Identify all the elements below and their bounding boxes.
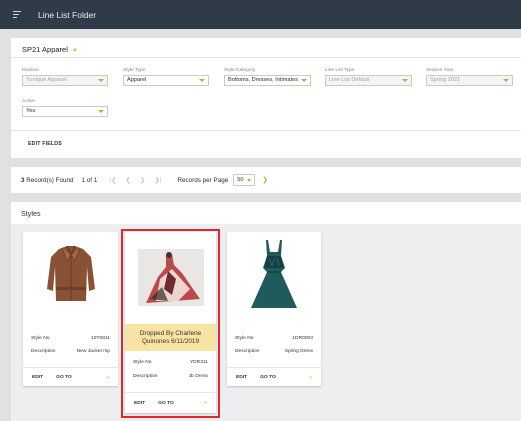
style-type-field: Style Type Apparel [123, 68, 209, 86]
style-no-value: 10T0811 [91, 336, 110, 341]
division-field: Division Yunique Apparel [22, 68, 108, 86]
edit-button[interactable]: EDIT [236, 375, 247, 380]
season-year-label: Season Year [426, 68, 454, 73]
caret-down-icon [247, 178, 252, 182]
line-list-type-select: Line List Default [325, 75, 412, 86]
active-value: Yes [26, 108, 36, 114]
division-label: Division [22, 68, 39, 73]
pagination-nav: |❮ ❮ ❯ ❯| [109, 176, 161, 184]
caret-down-icon [199, 79, 205, 82]
page-info: 1 of 1 [81, 176, 98, 184]
style-type-label: Style Type [123, 68, 146, 73]
caret-down-icon [402, 79, 408, 82]
style-category-select[interactable]: Bottoms, Dresses, Intimates [224, 75, 311, 86]
style-no-value: 1DR0003 [292, 336, 313, 341]
selection-highlight [121, 229, 220, 418]
records-per-page-value: 50 [237, 177, 244, 183]
season-year-value: Spring 2021 [430, 77, 461, 83]
active-select[interactable]: Yes [22, 106, 108, 117]
style-no-label: Style No [31, 336, 50, 341]
folder-name: SP21 Apparel [22, 45, 68, 54]
line-list-type-label: Line List Type [325, 68, 355, 73]
caret-down-icon [503, 79, 509, 82]
divider [11, 57, 521, 58]
style-card[interactable]: Style No 10T0811 Description New Jacket … [23, 232, 118, 386]
description-label: Description [235, 349, 260, 354]
line-list-type-field: Line List Type Line List Default [325, 68, 412, 86]
top-bar: Line List Folder [0, 0, 521, 29]
card-footer: EDIT GO TO ⌄ [227, 367, 321, 386]
record-count-value: 3 [21, 176, 25, 184]
style-no-label: Style No [235, 336, 254, 341]
season-year-field: Season Year Spring 2021 [426, 68, 513, 86]
description-row: Description New Jacket mp [31, 349, 110, 354]
season-year-select: Spring 2021 [426, 75, 513, 86]
caret-down-icon [98, 79, 104, 82]
caret-down-icon [98, 110, 104, 113]
style-no-row: Style No 1DR0003 [235, 336, 313, 341]
folder-header[interactable]: SP21 Apparel ▲ [22, 45, 78, 54]
chevron-down-icon[interactable]: ⌄ [308, 373, 313, 380]
divider [11, 130, 521, 131]
division-select: Yunique Apparel [22, 75, 108, 86]
chevron-right-icon[interactable]: ❯ [262, 176, 268, 184]
hamburger-icon[interactable] [13, 11, 27, 18]
style-image-jacket[interactable] [33, 240, 108, 312]
style-no-row: Style No 10T0811 [31, 336, 110, 341]
description-row: Description Spring Dress [235, 349, 313, 354]
active-field: Active Yes [22, 99, 108, 117]
styles-title: Styles [21, 209, 41, 218]
description-value: New Jacket mp [76, 349, 110, 354]
chevron-down-icon[interactable]: ⌄ [105, 373, 110, 380]
pager-bar: 3 Record(s) Found 1 of 1 |❮ ❮ ❯ ❯| Recor… [11, 167, 521, 193]
description-value: Spring Dress [284, 349, 313, 354]
line-list-type-value: Line List Default [329, 77, 370, 83]
description-label: Description [31, 349, 56, 354]
records-per-page-label: Records per Page [177, 176, 229, 184]
card-footer: EDIT GO TO ⌄ [23, 367, 118, 386]
records-found-label: Record(s) Found [26, 176, 74, 184]
active-label: Active [22, 99, 36, 104]
goto-button[interactable]: GO TO [56, 375, 72, 380]
goto-button[interactable]: GO TO [260, 375, 276, 380]
first-page-icon[interactable]: |❮ [109, 176, 116, 184]
division-value: Yunique Apparel [26, 77, 67, 83]
page-title: Line List Folder [38, 9, 97, 20]
prev-page-icon[interactable]: ❮ [125, 176, 130, 184]
edit-button[interactable]: EDIT [32, 375, 43, 380]
style-type-value: Apparel [127, 77, 147, 83]
caret-down-icon [301, 79, 307, 82]
style-image-dress[interactable] [237, 237, 311, 315]
style-category-label: Style Category [224, 68, 256, 73]
filters-panel: SP21 Apparel ▲ Division Yunique Apparel … [11, 38, 521, 158]
records-per-page-select[interactable]: 50 [233, 174, 256, 186]
style-category-value: Bottoms, Dresses, Intimates [228, 77, 298, 83]
edit-fields-button[interactable]: EDIT FIELDS [28, 141, 62, 147]
last-page-icon[interactable]: ❯| [154, 176, 161, 184]
record-count: 3 Record(s) Found [21, 177, 74, 184]
chevron-up-icon[interactable]: ▲ [72, 47, 78, 53]
next-page-icon[interactable]: ❯ [140, 176, 145, 184]
style-card[interactable]: Style No 1DR0003 Description Spring Dres… [227, 232, 321, 386]
style-type-select[interactable]: Apparel [123, 75, 209, 86]
style-category-field: Style Category Bottoms, Dresses, Intimat… [224, 68, 311, 86]
